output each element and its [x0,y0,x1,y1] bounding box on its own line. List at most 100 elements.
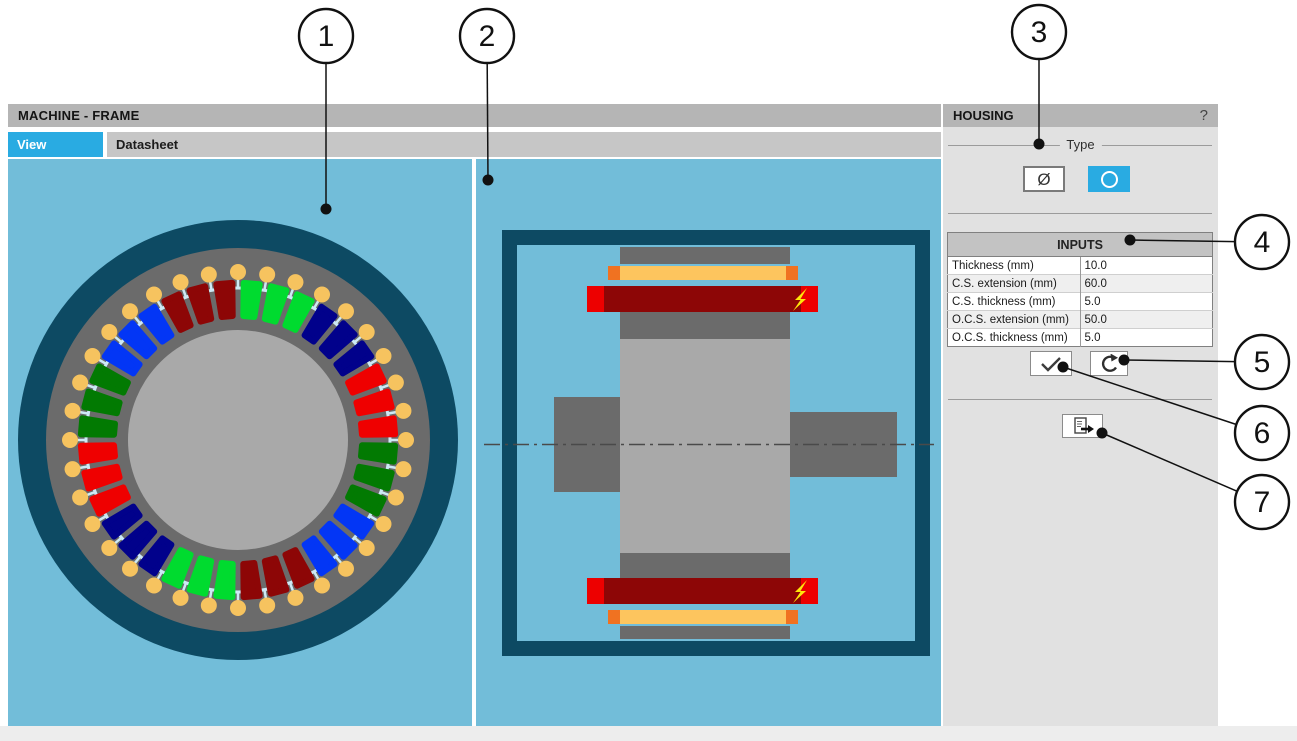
tab-bar: View Datasheet [8,132,941,157]
row-label: C.S. thickness (mm) [948,293,1081,311]
help-icon[interactable]: ? [1200,104,1208,127]
winding-dot [395,461,411,477]
winding-cap-left [587,578,604,604]
winding-dot [388,375,404,391]
winding-bar [587,286,818,312]
winding-dot [101,540,117,556]
callout-number: 5 [1254,346,1271,379]
tab-datasheet[interactable]: Datasheet [107,132,197,157]
winding-slot [361,418,395,434]
type-option-none-button[interactable]: Ø [1023,166,1065,192]
check-icon [1036,355,1066,373]
rotor [128,330,348,550]
winding-dot [388,489,404,505]
winding-bar [587,578,818,604]
winding-dot [287,274,303,290]
wedge-cap-right [786,610,798,624]
table-row: C.S. extension (mm)60.0 [948,275,1213,293]
table-row: C.S. thickness (mm)5.0 [948,293,1213,311]
row-label: Thickness (mm) [948,257,1081,275]
callout-number: 7 [1254,486,1271,519]
winding-slot [81,418,115,434]
row-label: C.S. extension (mm) [948,275,1081,293]
radial-cross-section-drawing [8,159,472,726]
winding-dot [230,264,246,280]
winding-slot [243,283,259,317]
table-row: O.C.S. extension (mm)50.0 [948,311,1213,329]
winding-dot [85,348,101,364]
winding-dot [338,303,354,319]
row-value-field[interactable]: 5.0 [1080,293,1213,311]
winding-dot [65,461,81,477]
section-divider [948,399,1212,400]
housing-panel: HOUSING ? Type Ø INPUTS Thickness (mm)10… [943,104,1218,726]
winding-dot [173,590,189,606]
callout-circle [1235,406,1289,460]
winding-slot [216,563,232,597]
wedge-cap-right [786,266,798,280]
row-label: O.C.S. thickness (mm) [948,329,1081,347]
callout-circle [460,9,514,63]
axial-cross-section-drawing [476,159,941,726]
winding-dot [62,432,78,448]
row-value-field[interactable]: 50.0 [1080,311,1213,329]
winding-dot [201,597,217,613]
winding-dot [359,540,375,556]
export-button[interactable] [1062,414,1103,438]
section-divider [948,213,1212,214]
callout-number: 3 [1031,16,1048,49]
window-title-bar: MACHINE - FRAME [8,104,941,127]
callout-circle [1235,335,1289,389]
winding-dot [259,597,275,613]
callout-number: 1 [318,20,335,53]
winding-slot [243,563,259,597]
winding-dot [230,600,246,616]
axial-view-panel[interactable] [476,159,941,726]
wedge-cap-left [608,266,620,280]
tab-view[interactable]: View [8,132,103,157]
callout-number: 4 [1254,226,1271,259]
type-legend: Type [1059,137,1101,152]
undo-button[interactable] [1090,351,1128,376]
winding-slot [81,445,115,461]
winding-dot [72,375,88,391]
wedge-bar [608,610,798,624]
apply-button[interactable] [1030,351,1072,376]
winding-dot [146,287,162,303]
wedge-bar [608,266,798,280]
callout-circle [1235,215,1289,269]
table-row: Thickness (mm)10.0 [948,257,1213,275]
winding-dot [122,303,138,319]
undo-icon [1097,354,1121,374]
window-title: MACHINE - FRAME [18,108,139,123]
radial-view-panel[interactable] [8,159,472,726]
housing-title: HOUSING [953,104,1014,127]
winding-dot [101,324,117,340]
table-row: O.C.S. thickness (mm)5.0 [948,329,1213,347]
housing-panel-header: HOUSING ? [943,104,1218,127]
winding-cap-left [587,286,604,312]
callout-circle [1235,475,1289,529]
winding-dot [398,432,414,448]
wedge-cap-left [608,610,620,624]
winding-dot [65,403,81,419]
type-option-circular-button[interactable] [1088,166,1130,192]
row-value-field[interactable]: 5.0 [1080,329,1213,347]
callout-circle [299,9,353,63]
rotor-body [620,339,790,553]
status-strip [0,726,1297,741]
inputs-table-header: INPUTS [948,233,1213,257]
row-value-field[interactable]: 60.0 [1080,275,1213,293]
winding-dot [314,577,330,593]
row-value-field[interactable]: 10.0 [1080,257,1213,275]
winding-slot [216,283,232,317]
winding-slot [361,445,395,461]
winding-dot [146,577,162,593]
callout-circle [1012,5,1066,59]
winding-dot [259,267,275,283]
winding-dot [72,489,88,505]
winding-dot [395,403,411,419]
slashed-circle-icon: Ø [1037,171,1050,188]
callout-number: 6 [1254,417,1271,450]
winding-dot [85,516,101,532]
